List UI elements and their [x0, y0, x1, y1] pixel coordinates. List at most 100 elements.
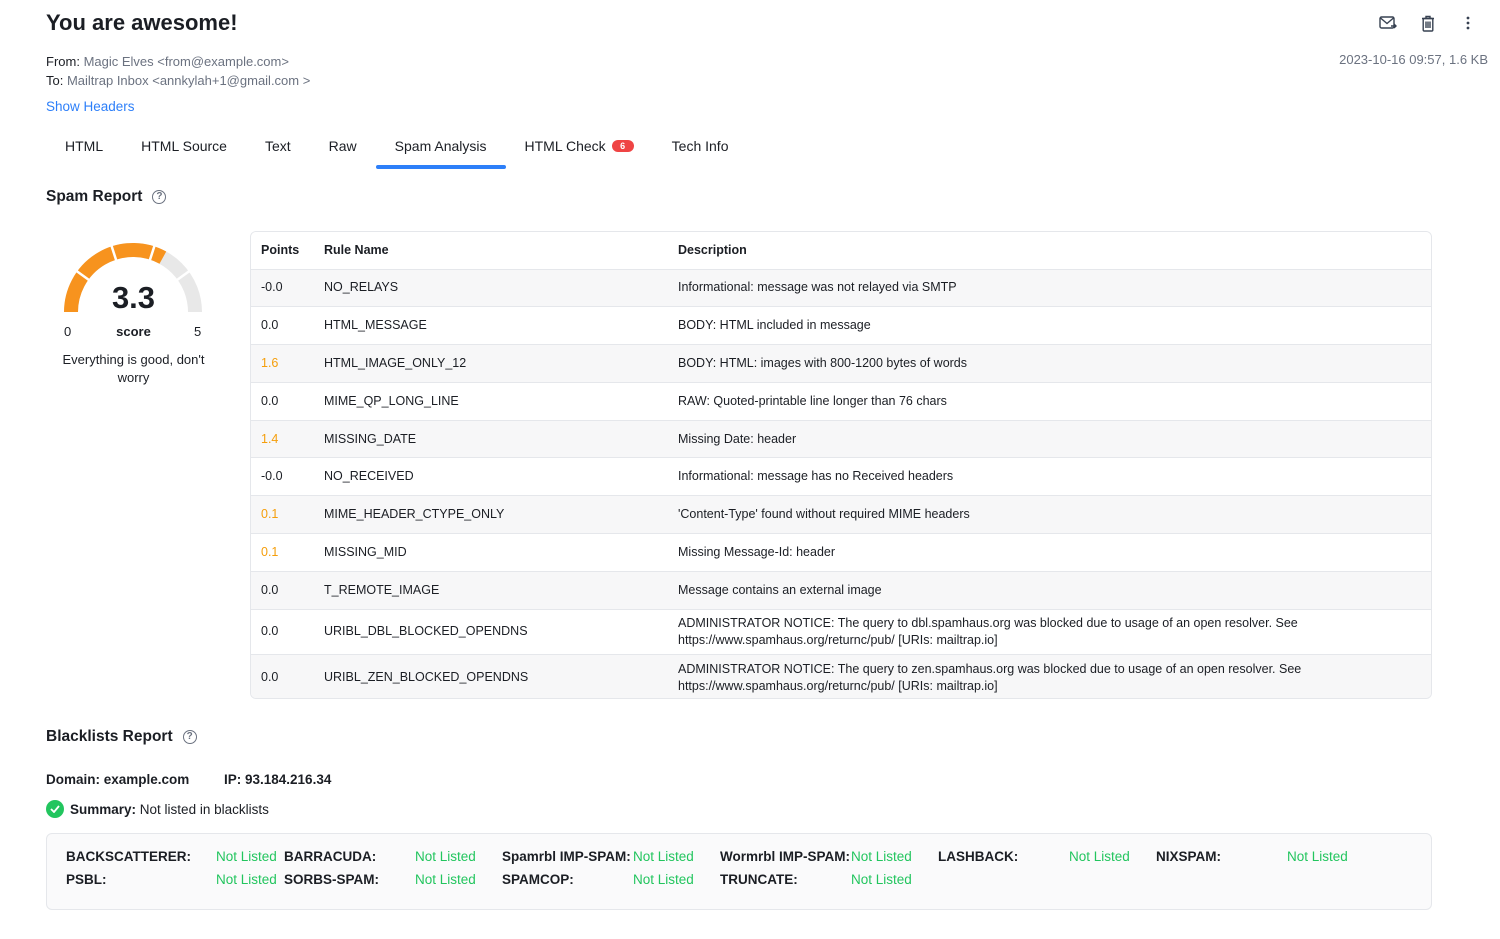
rule-points: 0.0: [251, 571, 314, 610]
rule-description: Missing Date: header: [668, 420, 1431, 459]
table-row: 0.0 HTML_MESSAGE BODY: HTML included in me…: [251, 306, 1431, 346]
tab-label: Spam Analysis: [394, 138, 487, 154]
rule-description: RAW: Quoted-printable line longer than 7…: [668, 382, 1431, 421]
spam-report-title: Spam Report: [46, 188, 143, 205]
email-meta: From: Magic Elves <from@example.com> To:…: [46, 52, 310, 90]
tab-label: HTML Source: [141, 138, 227, 154]
blacklist-status: Not Listed: [1069, 849, 1130, 864]
tab-html-check[interactable]: HTML Check 6: [506, 127, 653, 167]
blacklist-name: TRUNCATE:: [720, 872, 798, 887]
table-row: 0.0 URIBL_DBL_BLOCKED_OPENDNS ADMINISTRATO…: [251, 609, 1431, 656]
blacklist-status: Not Listed: [851, 849, 912, 864]
tab-label: HTML Check: [524, 138, 606, 154]
rule-name: MIME_QP_LONG_LINE: [314, 382, 668, 421]
blacklist-name: NIXSPAM:: [1156, 849, 1222, 864]
rule-points: 1.4: [251, 420, 314, 459]
tab-badge: 6: [611, 140, 634, 152]
blacklist-name: LASHBACK:: [938, 849, 1019, 864]
rule-name: NO_RECEIVED: [314, 457, 668, 497]
rule-points: 0.1: [251, 495, 314, 535]
gauge-max-label: 5: [194, 324, 202, 339]
rule-points: 0.0: [261, 670, 279, 684]
tab-label: Text: [264, 138, 291, 154]
rule-points: 0.0: [251, 382, 314, 421]
table-row: 1.6 HTML_IMAGE_ONLY_12 BODY: HTML: images …: [251, 344, 1431, 383]
blacklist-status: Not Listed: [851, 872, 912, 887]
trash-icon[interactable]: [1418, 12, 1438, 34]
summary-value: Not listed in blacklists: [139, 801, 269, 817]
rule-name: HTML_MESSAGE: [314, 306, 668, 346]
rule-description: BODY: HTML: images with 800-1200 bytes o…: [668, 344, 1431, 383]
rule-points: -0.0: [251, 457, 314, 497]
rule-description: BODY: HTML included in message: [668, 306, 1431, 346]
tab-raw[interactable]: Raw: [310, 127, 376, 167]
table-row: 0.1 MIME_HEADER_CTYPE_ONLY 'Content-Type' …: [251, 495, 1431, 535]
blacklist-name: Spamrbl IMP-SPAM:: [502, 849, 631, 864]
blacklist-summary: Summary: Not listed in blacklists: [46, 800, 269, 818]
show-headers-link[interactable]: Show Headers: [46, 99, 135, 114]
table-row: 0.0 T_REMOTE_IMAGE Message contains an ext…: [251, 571, 1431, 610]
tab-spam-analysis[interactable]: Spam Analysis: [375, 127, 506, 169]
blacklist-name: SORBS-SPAM:: [284, 872, 380, 887]
rule-name: URIBL_ZEN_BLOCKED_OPENDNS: [324, 670, 529, 684]
rule-description: Missing Message-Id: header: [668, 533, 1431, 572]
blacklists-title: Blacklists Report: [46, 728, 173, 745]
help-icon[interactable]: ?: [152, 190, 167, 204]
table-row: 1.4 MISSING_DATE Missing Date: header: [251, 420, 1431, 459]
rule-points: -0.0: [251, 269, 314, 308]
rule-name: URIBL_DBL_BLOCKED_OPENDNS: [314, 609, 668, 656]
rule-name: HTML_IMAGE_ONLY_12: [314, 344, 668, 383]
col-description: Description: [668, 232, 1431, 270]
to-label: To:: [46, 73, 64, 88]
table-header-row: Points Rule Name Description: [251, 232, 1431, 270]
blacklist-status: Not Listed: [216, 872, 277, 887]
table-row: 0.1 MISSING_MID Missing Message-Id: header: [251, 533, 1431, 572]
tab-html[interactable]: HTML: [46, 127, 122, 167]
email-actions: [1378, 12, 1478, 34]
spam-score-gauge: 3.3 0 score 5 Everything is good, don't …: [46, 236, 221, 385]
rule-points: 1.6: [251, 344, 314, 383]
blacklists-heading: Blacklists Report ?: [46, 728, 197, 746]
from-label: From:: [46, 54, 80, 69]
rule-name: MIME_HEADER_CTYPE_ONLY: [314, 495, 668, 535]
forward-mail-icon[interactable]: [1378, 12, 1398, 34]
blacklist-name: SPAMCOP:: [502, 872, 574, 887]
blacklist-domain: Domain: example.com: [46, 772, 190, 787]
blacklist-grid: BACKSCATTERER: Not Listed BARRACUDA: Not Li…: [46, 833, 1432, 910]
rule-description: Message contains an external image: [668, 571, 1431, 610]
spam-score-message: Everything is good, don't worry: [62, 352, 205, 385]
col-points: Points: [251, 232, 314, 270]
tab-label: Tech Info: [671, 138, 729, 154]
col-rule-name: Rule Name: [314, 232, 668, 270]
spam-rules-table: Points Rule Name Description -0.0 NO_RELA…: [250, 231, 1432, 699]
spam-report-heading: Spam Report ?: [46, 188, 167, 206]
rule-name: MISSING_DATE: [314, 420, 668, 459]
table-row: -0.0 NO_RELAYS Informational: message was …: [251, 269, 1431, 308]
rule-name: T_REMOTE_IMAGE: [314, 571, 668, 610]
blacklist-name: Wormrbl IMP-SPAM:: [720, 849, 850, 864]
email-subject: You are awesome!: [46, 10, 238, 35]
rule-name: MISSING_MID: [314, 533, 668, 572]
tab-bar: HTML HTML Source Text Raw Spam Analysis HTML …: [46, 127, 748, 171]
table-row: -0.0 NO_RECEIVED Informational: message ha…: [251, 457, 1431, 497]
blacklist-name: BACKSCATTERER:: [66, 849, 191, 864]
check-circle-icon: [46, 800, 64, 818]
tab-label: HTML: [65, 138, 104, 154]
blacklist-status: Not Listed: [216, 849, 277, 864]
rule-description: Informational: message has no Received h…: [668, 457, 1431, 497]
rule-name: NO_RELAYS: [314, 269, 668, 308]
blacklist-status: Not Listed: [1287, 849, 1348, 864]
help-icon[interactable]: ?: [182, 730, 197, 744]
blacklist-status: Not Listed: [633, 872, 694, 887]
blacklist-name: BARRACUDA:: [284, 849, 377, 864]
more-vertical-icon[interactable]: [1458, 12, 1478, 34]
rule-points: 0.0: [251, 306, 314, 346]
tab-html-source[interactable]: HTML Source: [122, 127, 246, 167]
rule-description: Informational: message was not relayed v…: [668, 269, 1431, 308]
date-size: 2023-10-16 09:57, 1.6 KB: [1339, 52, 1488, 67]
tab-text[interactable]: Text: [246, 127, 310, 167]
tab-label: Raw: [328, 138, 357, 154]
from-value: Magic Elves <from@example.com>: [83, 54, 289, 69]
tab-tech-info[interactable]: Tech Info: [653, 127, 748, 167]
rule-points: 0.0: [251, 609, 314, 656]
